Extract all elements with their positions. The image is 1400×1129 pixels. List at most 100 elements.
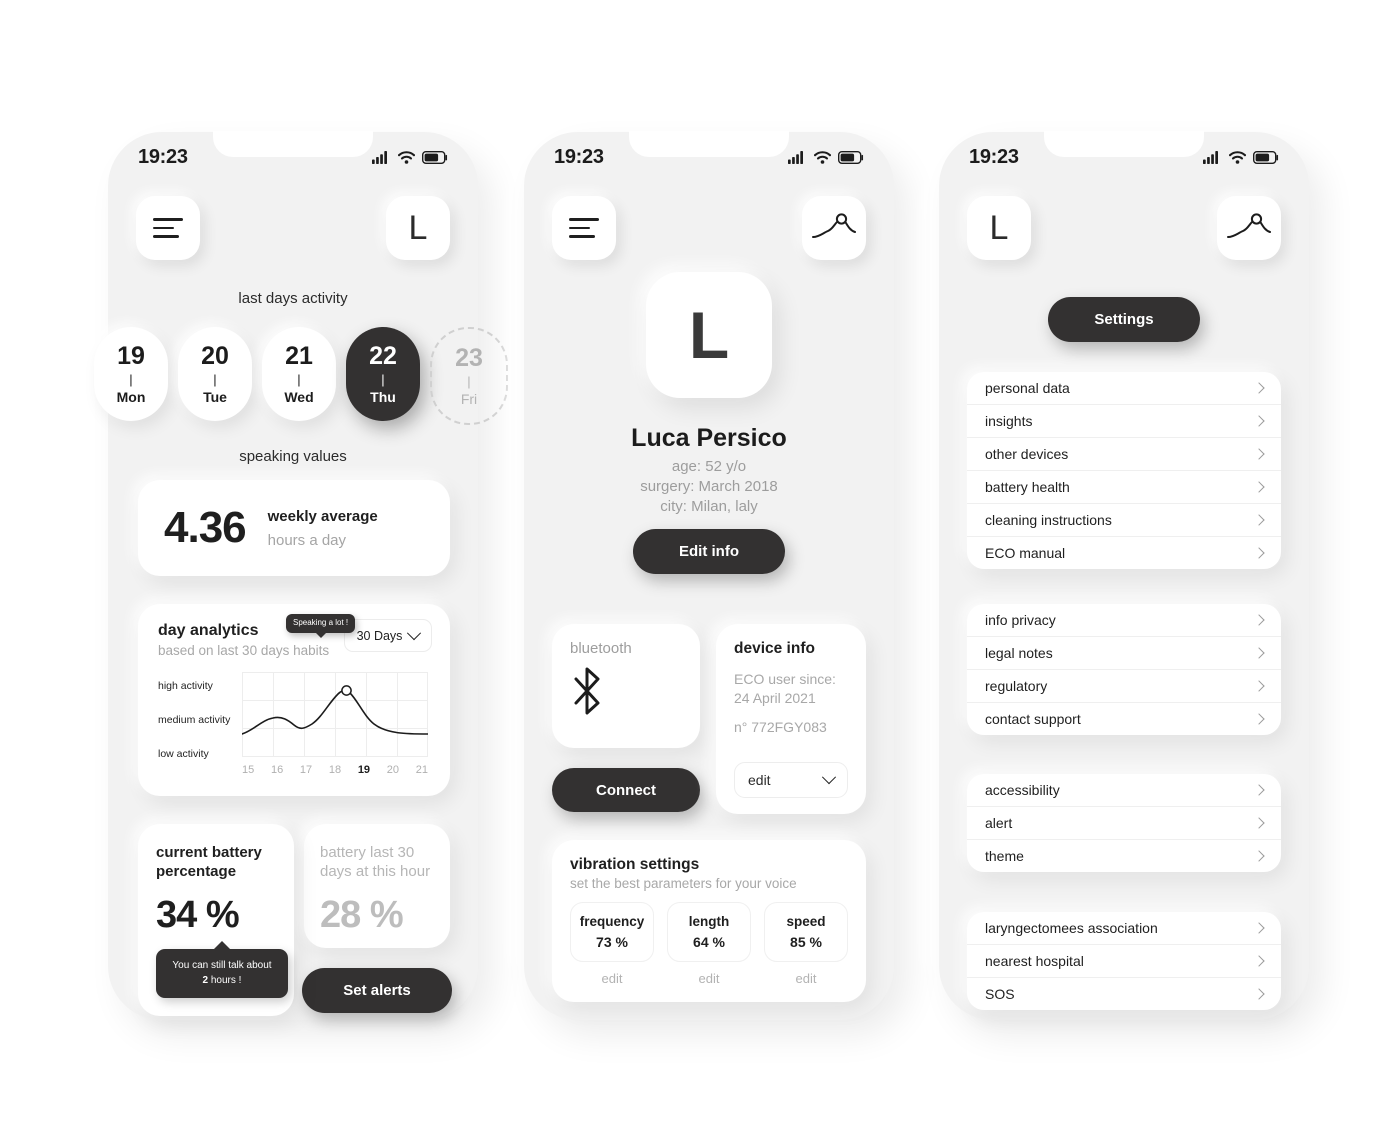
cellular-signal-icon: [372, 150, 387, 164]
settings-item-info-privacy[interactable]: info privacy: [967, 604, 1281, 637]
status-time: 19:23: [138, 145, 188, 168]
connect-button[interactable]: Connect: [552, 768, 700, 812]
avatar-letter: L: [688, 298, 730, 372]
settings-item-battery-health[interactable]: battery health: [967, 471, 1281, 504]
settings-item-insights[interactable]: insights: [967, 405, 1281, 438]
settings-item-legal-notes[interactable]: legal notes: [967, 637, 1281, 670]
settings-item-label: laryngectomees association: [985, 920, 1158, 936]
range-dropdown[interactable]: 30 Days: [344, 619, 432, 652]
settings-item-accessibility[interactable]: accessibility: [967, 774, 1281, 807]
set-alerts-button[interactable]: Set alerts: [302, 968, 452, 1013]
settings-item-theme[interactable]: theme: [967, 840, 1281, 872]
chevron-right-icon: [1253, 614, 1265, 626]
chevron-right-icon: [1253, 955, 1265, 967]
y-label-medium: medium activity: [158, 714, 231, 726]
device-info-card: device info ECO user since: 24 April 202…: [716, 624, 866, 814]
settings-item-label: ECO manual: [985, 545, 1066, 561]
settings-item-label: insights: [985, 413, 1033, 429]
day-name: Mon: [116, 389, 146, 405]
profile-logo-button[interactable]: L: [967, 196, 1031, 260]
settings-item-label: personal data: [985, 380, 1070, 396]
day-chip-20[interactable]: 20 | Tue: [178, 327, 252, 421]
settings-item-nearest-hospital[interactable]: nearest hospital: [967, 945, 1281, 978]
day-number: 20: [201, 342, 229, 370]
phone-screen-settings: 19:23 L Settings personal data insights …: [939, 131, 1309, 1020]
settings-item-contact-support[interactable]: contact support: [967, 703, 1281, 735]
user-city: city: Milan, laly: [660, 498, 758, 515]
chevron-right-icon: [1253, 547, 1265, 559]
edit-info-button[interactable]: Edit info: [633, 529, 785, 574]
settings-item-personal-data[interactable]: personal data: [967, 372, 1281, 405]
settings-title-button[interactable]: Settings: [1048, 297, 1200, 342]
frequency-edit-link[interactable]: edit: [570, 971, 654, 986]
x-tick-19-current: 19: [357, 764, 371, 776]
activity-peak-icon: [812, 213, 856, 238]
speed-box[interactable]: speed 85 %: [764, 902, 848, 962]
logo-letter: L: [989, 209, 1009, 247]
frequency-box[interactable]: frequency 73 %: [570, 902, 654, 962]
bluetooth-label: bluetooth: [570, 640, 632, 657]
day-chip-19[interactable]: 19 | Mon: [94, 327, 168, 421]
vibration-title: vibration settings: [570, 856, 700, 873]
chevron-right-icon: [1253, 850, 1265, 862]
settings-group-legal: info privacy legal notes regulatory cont…: [967, 604, 1281, 735]
talk-tooltip-line1: You can still talk about: [172, 960, 272, 971]
day-separator: |: [467, 374, 471, 389]
status-time: 19:23: [554, 145, 604, 168]
settings-item-label: info privacy: [985, 612, 1056, 628]
settings-item-alert[interactable]: alert: [967, 807, 1281, 840]
settings-item-other-devices[interactable]: other devices: [967, 438, 1281, 471]
device-edit-select[interactable]: edit: [734, 762, 848, 798]
chevron-down-icon: [407, 625, 422, 640]
settings-item-label: legal notes: [985, 645, 1053, 661]
length-edit-link[interactable]: edit: [667, 971, 751, 986]
chevron-down-icon: [821, 770, 837, 785]
settings-item-laryngectomees-association[interactable]: laryngectomees association: [967, 912, 1281, 945]
settings-item-sos[interactable]: SOS: [967, 978, 1281, 1010]
analytics-button[interactable]: [1217, 196, 1281, 260]
menu-button[interactable]: [552, 196, 616, 260]
device-serial: n° 772FGY083: [734, 718, 827, 735]
x-tick-16: 16: [270, 764, 284, 776]
phone-screen-activity: 19:23 L last days activity 19 | Mon 20 |…: [94, 131, 508, 1020]
past-battery-value: 28 %: [320, 893, 404, 936]
settings-item-label: nearest hospital: [985, 953, 1084, 969]
chevron-right-icon: [1253, 382, 1265, 394]
weekly-average-card: 4.36 weekly average hours a day: [138, 480, 450, 576]
chart-x-axis-labels: 15 16 17 18 19 20 21: [242, 764, 428, 776]
analytics-button[interactable]: [802, 196, 866, 260]
weekly-average-sublabel: hours a day: [267, 531, 347, 549]
battery-icon: [1253, 150, 1279, 164]
day-name: Fri: [460, 391, 478, 407]
day-chip-23-future[interactable]: 23 | Fri: [430, 327, 508, 425]
settings-item-label: SOS: [985, 986, 1015, 1002]
settings-item-regulatory[interactable]: regulatory: [967, 670, 1281, 703]
chevron-right-icon: [1253, 415, 1265, 427]
y-label-low: low activity: [158, 748, 209, 760]
day-selector: 19 | Mon 20 | Tue 21 | Wed 22 | Thu 23 |…: [94, 327, 508, 425]
settings-group-support: laryngectomees association nearest hospi…: [967, 912, 1281, 1010]
day-chip-22-selected[interactable]: 22 | Thu: [346, 327, 420, 421]
vibration-param-frequency: frequency 73 % edit: [570, 902, 654, 986]
vibration-param-speed: speed 85 % edit: [764, 902, 848, 986]
vibration-params-row: frequency 73 % edit length 64 % edit spe…: [570, 902, 848, 986]
settings-item-eco-manual[interactable]: ECO manual: [967, 537, 1281, 569]
length-box[interactable]: length 64 %: [667, 902, 751, 962]
menu-button[interactable]: [136, 196, 200, 260]
status-bar: 19:23: [939, 144, 1309, 170]
profile-logo-button[interactable]: L: [386, 196, 450, 260]
day-separator: |: [213, 372, 217, 387]
settings-item-label: cleaning instructions: [985, 512, 1112, 528]
speed-edit-link[interactable]: edit: [764, 971, 848, 986]
user-surgery: surgery: March 2018: [640, 478, 778, 495]
talk-time-tooltip: You can still talk about 2 hours !: [156, 949, 288, 998]
settings-item-cleaning-instructions[interactable]: cleaning instructions: [967, 504, 1281, 537]
chevron-right-icon: [1253, 647, 1265, 659]
status-bar: 19:23: [524, 144, 894, 170]
vibration-subtitle: set the best parameters for your voice: [570, 876, 797, 891]
chevron-right-icon: [1253, 784, 1265, 796]
current-battery-title: current battery percentage: [156, 844, 262, 880]
bluetooth-card: bluetooth: [552, 624, 700, 748]
day-chip-21[interactable]: 21 | Wed: [262, 327, 336, 421]
speaking-values-title: speaking values: [239, 448, 347, 465]
